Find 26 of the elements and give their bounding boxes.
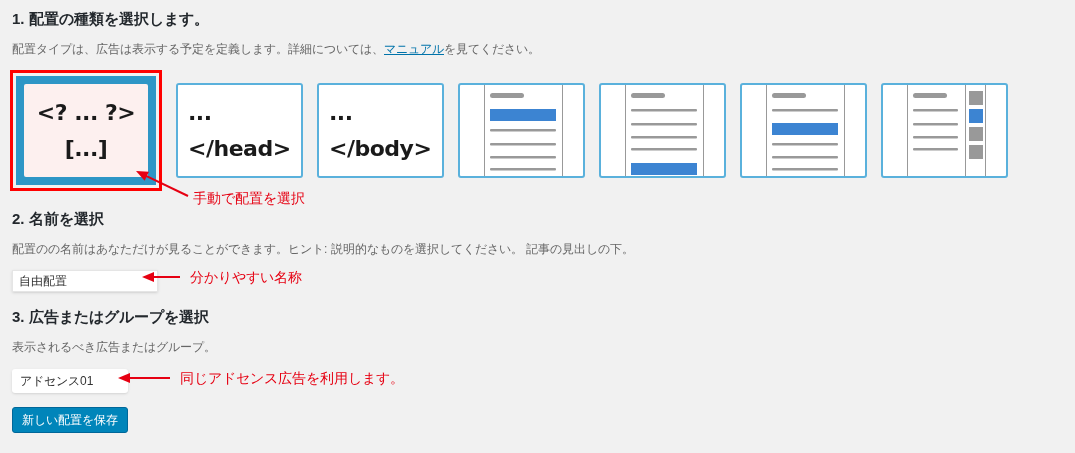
name-field[interactable]: 自由配置 [12, 270, 158, 292]
code-label: <? ... ?> [36, 98, 136, 127]
code-label: [...] [64, 134, 108, 163]
code-label: </body> [329, 134, 432, 163]
code-label: </head> [188, 134, 291, 163]
placement-type-tile[interactable] [881, 83, 1008, 178]
save-button[interactable]: 新しい配置を保存 [12, 407, 128, 433]
placement-type-tile[interactable]: ... </body> [317, 83, 444, 178]
placement-type-tile[interactable]: <? ... ?> [...] [16, 76, 156, 185]
section-heading: 1. 配置の種類を選択します。 [12, 10, 210, 28]
annotation-label: 分かりやすい名称 [190, 268, 302, 286]
ad-select[interactable]: アドセンス01 [12, 369, 128, 393]
section-heading: 2. 名前を選択 [12, 210, 105, 228]
placement-type-tile[interactable]: ... </head> [176, 83, 303, 178]
annotation-label: 同じアドセンス広告を利用します。 [180, 369, 404, 387]
manual-link[interactable]: マニュアル [384, 42, 444, 56]
section-description: 表示されるべき広告またはグループ。 [12, 340, 217, 354]
placement-type-tile[interactable] [599, 83, 726, 178]
section-description: 配置タイプは、広告は表示する予定を定義します。詳細については、マニュアルを見てください。 [12, 42, 541, 56]
section-heading: 3. 広告またはグループを選択 [12, 308, 210, 326]
code-label: ... [188, 98, 212, 127]
code-label: ... [329, 98, 353, 127]
placement-type-tile[interactable] [458, 83, 585, 178]
placement-type-tile[interactable] [740, 83, 867, 178]
annotation-label: 手動で配置を選択 [193, 189, 305, 207]
section-description: 配置のの名前はあなただけが見ることができます。ヒント: 説明的なものを選択してください。 記事の見出しの下。 [12, 242, 635, 256]
